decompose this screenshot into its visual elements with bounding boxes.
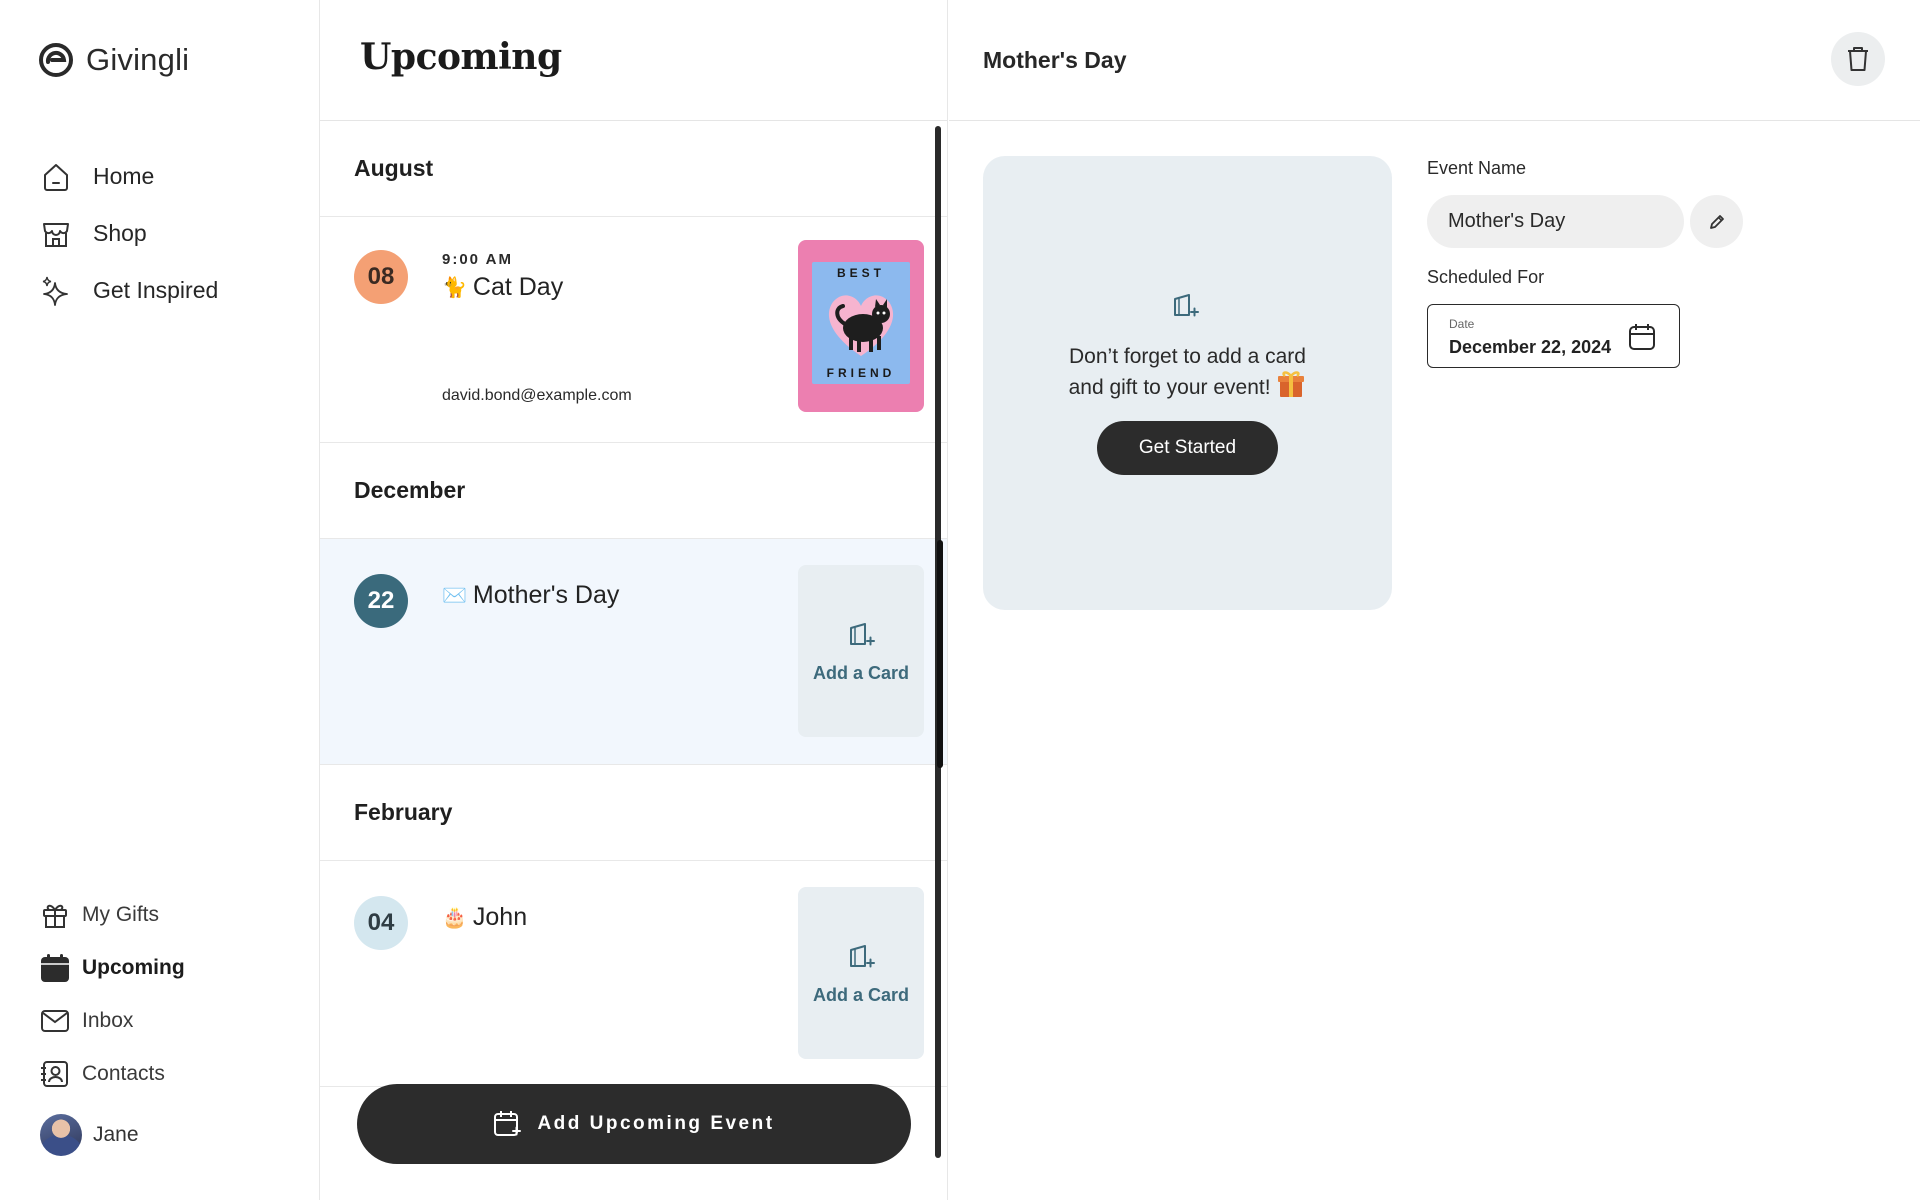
cake-emoji-icon: 🎂 [442,907,467,929]
nav-item-contacts[interactable]: Contacts [40,1047,185,1100]
card-text-bottom: FRIEND [826,366,896,380]
event-time: 9:00 AM [442,251,513,268]
cat-emoji-icon: 🐈 [442,277,467,299]
brand-name: Givingli [86,42,190,77]
page-title: Upcoming [360,36,562,78]
get-started-button[interactable]: Get Started [1097,421,1278,475]
promo-line-1: Don’t forget to add a card [1069,345,1306,368]
nav-label-home: Home [93,163,155,189]
event-title: ✉️ Mother's Day [442,581,619,610]
trash-icon [1848,47,1868,71]
cat-illustration-icon [828,295,894,356]
event-title: 🎂 John [442,903,527,932]
event-detail-panel: Mother's Day Don’t forget to add a card … [949,0,1920,1200]
gift-icon [40,900,70,930]
event-row-mothers-day[interactable]: 22 ✉️ Mother's Day Add a Card [320,539,947,765]
detail-title: Mother's Day [983,47,1127,73]
event-name-field[interactable]: Mother's Day [1427,195,1684,248]
card-artwork: BEST FRIEND [812,262,910,384]
event-name-label: Event Name [1427,158,1527,178]
nav-item-get-inspired[interactable]: Get Inspired [40,262,218,319]
nav-label-inbox: Inbox [82,1008,134,1032]
date-value: December 22, 2024 [1449,337,1612,357]
card-text-top: BEST [836,266,885,280]
nav-item-my-gifts[interactable]: My Gifts [40,888,185,941]
date-picker-field[interactable]: Date December 22, 2024 [1427,304,1680,368]
event-title-text: Cat Day [472,273,564,301]
card-thumbnail[interactable]: BEST FRIEND [798,240,924,412]
promo-line-2: and gift to your event! [1068,376,1271,399]
calendar-add-icon [494,1111,522,1136]
nav-item-shop[interactable]: Shop [40,205,218,262]
day-badge: 08 [354,250,408,304]
month-header: February [320,765,947,861]
add-card-label: Add a Card [812,984,909,1005]
user-name: Jane [93,1123,139,1146]
date-caption: Date [1449,317,1475,331]
add-upcoming-event-label: Add Upcoming Event [537,1113,775,1134]
nav-item-home[interactable]: Home [40,148,218,205]
delete-event-button[interactable] [1831,32,1885,86]
scrollbar-thumb[interactable] [937,540,943,768]
nav-label-shop: Shop [93,220,147,246]
edit-name-button[interactable] [1690,195,1743,248]
nav-label-contacts: Contacts [82,1061,165,1085]
events-list[interactable]: August 08 9:00 AM 🐈 Cat Day david.bond@e… [320,121,947,1087]
add-card-label: Add a Card [812,662,909,683]
gift-emoji-icon [1278,371,1305,397]
add-card-icon [850,944,875,967]
scheduled-for-label: Scheduled For [1427,267,1545,287]
event-row-cat-day[interactable]: 08 9:00 AM 🐈 Cat Day david.bond@example.… [320,217,947,443]
nav-label-get-inspired: Get Inspired [93,277,219,303]
day-badge: 22 [354,574,408,628]
sparkle-icon [40,275,72,307]
event-email: david.bond@example.com [442,387,632,404]
add-card-button[interactable]: Add a Card [798,887,924,1059]
event-row-john[interactable]: 04 🎂 John Add a Card [320,861,947,1087]
home-icon [40,161,72,193]
add-card-promo: Don’t forget to add a card and gift to y… [983,156,1392,610]
nav-item-upcoming[interactable]: Upcoming [40,941,185,994]
avatar [40,1114,82,1156]
month-header: December [320,443,947,539]
mail-icon [40,1006,70,1036]
sidebar: Givingli Home Shop Get Inspired My Gifts… [0,0,320,1200]
nav-item-inbox[interactable]: Inbox [40,994,185,1047]
user-profile[interactable]: Jane [40,1114,139,1156]
contacts-icon [40,1059,70,1089]
event-title: 🐈 Cat Day [442,273,563,302]
main-nav: Home Shop Get Inspired [40,148,218,319]
pencil-icon [1709,214,1724,229]
nav-label-my-gifts: My Gifts [82,902,159,926]
add-card-icon [1174,294,1199,317]
add-card-icon [850,622,875,645]
nav-label-upcoming: Upcoming [82,955,185,979]
calendar-icon [1629,324,1655,350]
add-card-button[interactable]: Add a Card [798,565,924,737]
calendar-icon [40,953,70,983]
envelope-emoji-icon: ✉️ [442,585,467,607]
add-upcoming-event-button[interactable]: Add Upcoming Event [357,1084,911,1164]
secondary-nav: My Gifts Upcoming Inbox Contacts [40,888,185,1100]
day-badge: 04 [354,896,408,950]
brand-logo[interactable]: Givingli [38,42,189,78]
divider [949,120,1920,121]
promo-message: Don’t forget to add a card and gift to y… [983,344,1392,401]
upcoming-panel: Upcoming August 08 9:00 AM 🐈 Cat Day dav… [320,0,948,1200]
givingli-logo-icon [39,43,73,77]
shop-icon [40,218,72,250]
event-title-text: John [472,903,528,931]
event-title-text: Mother's Day [472,581,620,609]
month-header: August [320,121,947,217]
promo-line-2-wrap: and gift to your event! [983,370,1392,401]
